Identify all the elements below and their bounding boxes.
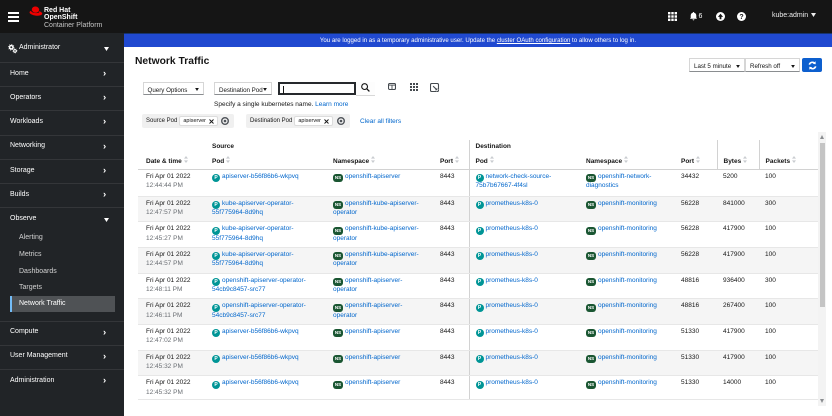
svg-text:?: ? [739, 14, 743, 21]
